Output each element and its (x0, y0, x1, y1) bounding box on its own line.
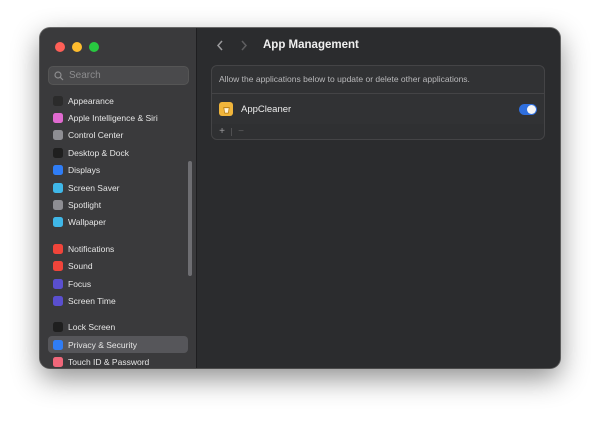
sidebar-item-wallpaper[interactable]: Wallpaper (48, 214, 188, 231)
sidebar-item-label: Spotlight (68, 200, 102, 211)
sidebar-item-label: Control Center (68, 130, 124, 141)
displays-icon (53, 165, 63, 176)
appcleaner-icon (219, 102, 233, 116)
sidebar-item-sound[interactable]: Sound (48, 258, 188, 275)
lock-screen-icon (53, 322, 63, 333)
divider (212, 93, 544, 94)
siri-icon (53, 113, 63, 124)
search-icon (54, 70, 64, 80)
sidebar-item-label: Displays (68, 165, 101, 176)
sidebar-item-label: Touch ID & Password (68, 357, 150, 368)
screen-saver-icon (53, 182, 63, 193)
sidebar-item-label: Notifications (68, 243, 115, 254)
sidebar-item-apple-intelligence-siri[interactable]: Apple Intelligence & Siri (48, 109, 188, 126)
panel-description: Allow the applications below to update o… (219, 74, 470, 84)
app-management-panel: Allow the applications below to update o… (211, 65, 545, 140)
search-input[interactable]: Search (48, 66, 189, 85)
toolbar: App Management (197, 28, 560, 62)
main-pane: App Management Allow the applications be… (197, 28, 560, 368)
sidebar-item-screen-time[interactable]: Screen Time (48, 292, 188, 309)
close-button[interactable] (55, 42, 65, 52)
sidebar-item-label: Apple Intelligence & Siri (68, 113, 158, 124)
sound-icon (53, 261, 63, 272)
sidebar-item-label: Desktop & Dock (68, 147, 129, 158)
page-title: App Management (263, 39, 359, 51)
sidebar-item-label: Wallpaper (68, 217, 106, 228)
appearance-icon (53, 95, 63, 106)
notifications-icon (53, 243, 63, 254)
sidebar-item-label: Screen Time (68, 295, 116, 306)
control-center-icon (53, 130, 63, 141)
toggle-knob (527, 104, 536, 114)
back-button[interactable] (211, 36, 229, 54)
touch-id-icon (53, 357, 63, 368)
minimize-button[interactable] (72, 42, 82, 52)
app-toggle[interactable] (519, 103, 537, 115)
forward-button[interactable] (235, 36, 253, 54)
sidebar-item-displays[interactable]: Displays (48, 162, 188, 179)
sidebar-item-label: Focus (68, 278, 92, 289)
app-name: AppCleaner (241, 103, 292, 115)
privacy-icon (53, 339, 63, 350)
wallpaper-icon (53, 217, 63, 228)
sidebar-item-focus[interactable]: Focus (48, 275, 188, 292)
screen-time-icon (53, 295, 63, 306)
action-separator (231, 127, 232, 136)
sidebar-item-privacy-security[interactable]: Privacy & Security (48, 336, 188, 354)
settings-window: Search Appearance Apple Intelligence & Si… (40, 28, 560, 368)
sidebar-item-lock-screen[interactable]: Lock Screen (48, 319, 188, 336)
sidebar-item-label: Appearance (68, 95, 114, 106)
spotlight-icon (53, 200, 63, 211)
sidebar-item-desktop-dock[interactable]: Desktop & Dock (48, 144, 188, 161)
dock-icon (53, 147, 63, 158)
sidebar-list: Appearance Apple Intelligence & Siri Contr… (48, 92, 188, 368)
sidebar-item-label: Privacy & Security (68, 339, 137, 350)
remove-button[interactable]: − (235, 126, 247, 137)
focus-icon (53, 278, 63, 289)
zoom-button[interactable] (89, 42, 99, 52)
sidebar-item-touch-id-password[interactable]: Touch ID & Password (48, 353, 188, 368)
traffic-lights (55, 42, 99, 52)
list-actions: + − (212, 124, 544, 139)
sidebar: Search Appearance Apple Intelligence & Si… (40, 28, 197, 368)
chevron-left-icon (216, 40, 223, 50)
sidebar-item-screen-saver[interactable]: Screen Saver (48, 179, 188, 196)
chevron-right-icon (241, 40, 248, 50)
sidebar-item-notifications[interactable]: Notifications (48, 240, 188, 257)
sidebar-scrollbar[interactable] (188, 161, 192, 276)
sidebar-item-appearance[interactable]: Appearance (48, 92, 188, 109)
app-row[interactable]: AppCleaner (219, 97, 537, 121)
add-button[interactable]: + (216, 126, 228, 137)
sidebar-item-label: Sound (68, 261, 93, 272)
sidebar-item-spotlight[interactable]: Spotlight (48, 196, 188, 213)
search-placeholder: Search (69, 70, 101, 81)
sidebar-item-label: Screen Saver (68, 182, 120, 193)
sidebar-item-label: Lock Screen (68, 322, 116, 333)
sidebar-item-control-center[interactable]: Control Center (48, 127, 188, 144)
